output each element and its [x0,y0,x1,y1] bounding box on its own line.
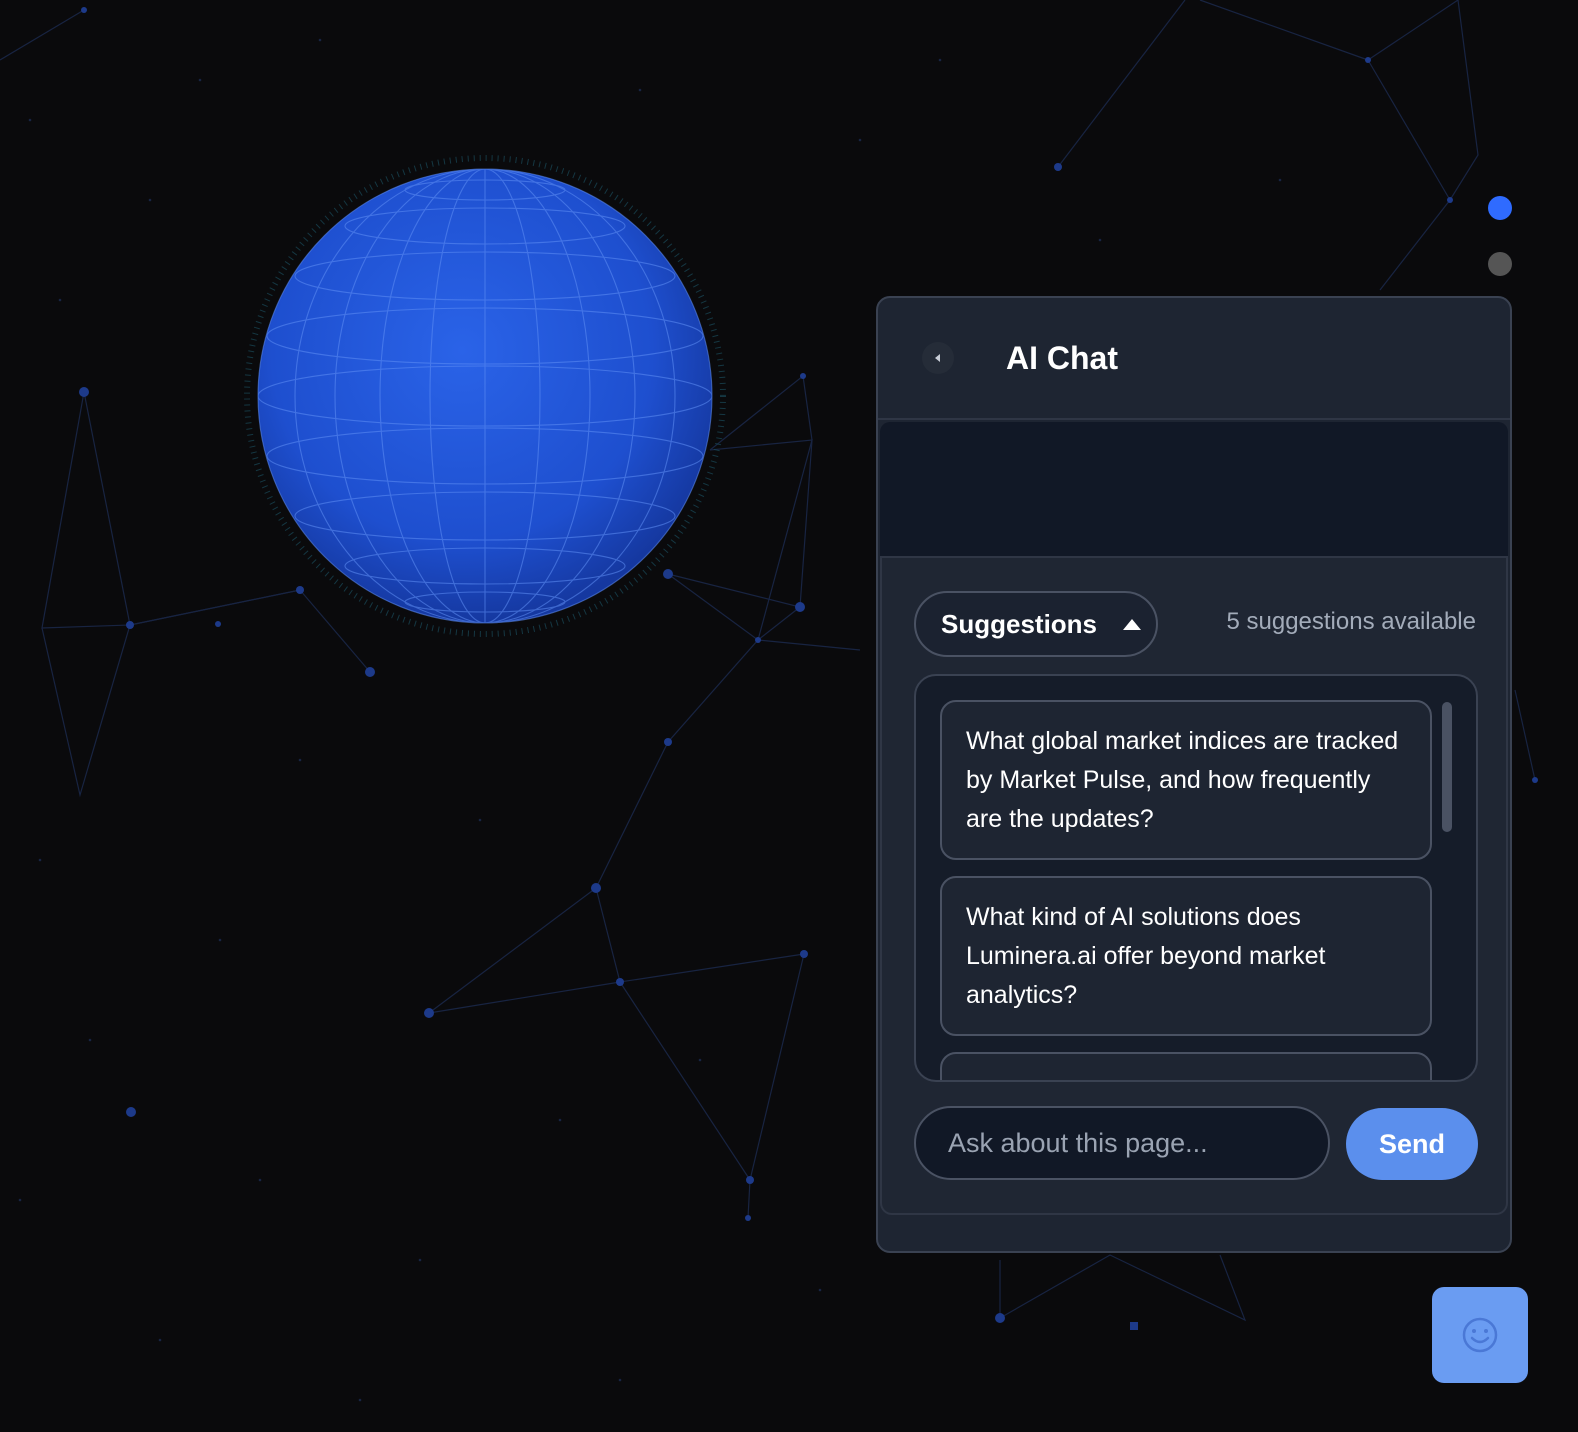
suggestions-scrollbar[interactable] [1442,702,1452,832]
chat-messages-area [880,422,1508,558]
caret-up-icon [1123,618,1142,630]
chat-title: AI Chat [1006,340,1118,376]
nav-dot-inactive[interactable] [1488,252,1512,276]
suggestions-list: What global market indices are tracked b… [914,674,1478,1082]
collapse-chat-button[interactable] [922,342,954,374]
suggestions-count: 5 suggestions available [1226,608,1476,635]
chat-footer: Suggestions 5 suggestions available What… [880,558,1508,1215]
suggestion-item-partial[interactable] [940,1052,1432,1080]
suggestion-item[interactable]: What kind of AI solutions does Luminera.… [940,876,1432,1036]
chat-header: AI Chat [878,298,1510,420]
suggestion-item[interactable]: What global market indices are tracked b… [940,700,1432,860]
wireframe-globe [244,155,726,637]
page-background: AI Chat Suggestions 5 suggestions availa… [0,0,1578,1432]
suggestions-toggle-button[interactable]: Suggestions [914,591,1158,657]
chat-fab-button[interactable] [1432,1287,1528,1383]
ai-chat-panel: AI Chat Suggestions 5 suggestions availa… [876,296,1512,1253]
nav-dot-active[interactable] [1488,196,1512,220]
chevron-left-icon [935,354,940,362]
send-button[interactable]: Send [1346,1108,1478,1180]
smiley-face-icon [1462,1317,1498,1353]
suggestions-toggle-label: Suggestions [941,608,1098,639]
chat-input[interactable] [914,1106,1330,1180]
